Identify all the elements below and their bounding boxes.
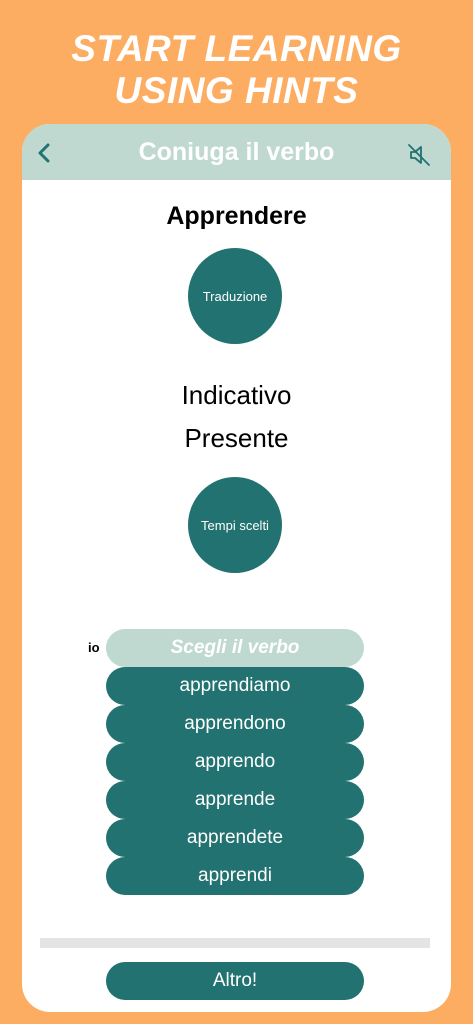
promo-line-2: USING HINTS xyxy=(114,70,359,111)
tense-label: Presente xyxy=(184,423,289,453)
chevron-left-icon xyxy=(38,143,50,163)
option-button[interactable]: apprendiamo xyxy=(106,667,364,705)
option-button[interactable]: apprende xyxy=(106,781,364,819)
progress-bar xyxy=(40,938,430,948)
pronoun-label: io xyxy=(88,640,100,655)
mood-label: Indicativo xyxy=(181,380,292,410)
promo-line-1: START LEARNING xyxy=(71,28,402,69)
option-button[interactable]: apprendono xyxy=(106,705,364,743)
answer-slot[interactable]: Scegli il verbo xyxy=(106,629,364,667)
more-button[interactable]: Altro! xyxy=(106,962,364,1000)
back-button[interactable] xyxy=(30,138,60,168)
mute-button[interactable] xyxy=(406,142,432,168)
option-button[interactable]: apprendo xyxy=(106,743,364,781)
page-title: Coniuga il verbo xyxy=(138,138,335,166)
option-button[interactable]: apprendete xyxy=(106,819,364,857)
translation-button[interactable]: Traduzione xyxy=(188,248,282,344)
option-button[interactable]: apprendi xyxy=(106,857,364,895)
phone-screen: Coniuga il verbo Apprendere Traduzione I… xyxy=(22,124,451,1012)
verb-title: Apprendere xyxy=(166,202,307,230)
chosen-tenses-button[interactable]: Tempi scelti xyxy=(188,477,282,573)
speaker-muted-icon xyxy=(408,144,430,166)
answer-options: apprendiamo apprendono apprendo apprende… xyxy=(106,667,364,895)
app-bar: Coniuga il verbo xyxy=(22,124,451,180)
promo-headline: START LEARNING USING HINTS xyxy=(0,28,473,112)
